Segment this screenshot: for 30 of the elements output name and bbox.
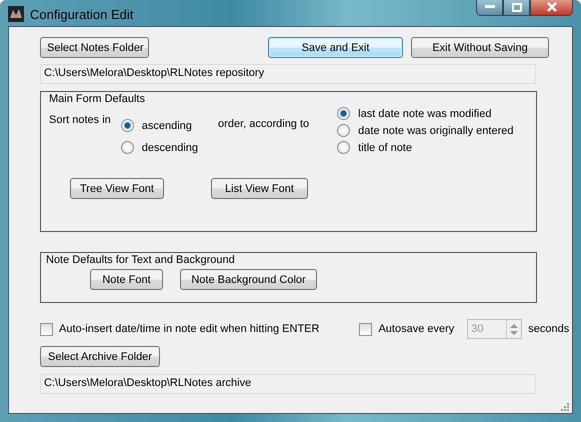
unit-label: seconds <box>528 323 570 335</box>
minimize-icon <box>484 5 494 9</box>
app-icon <box>8 6 24 22</box>
minimize-button[interactable] <box>476 0 503 16</box>
group-title: Main Form Defaults <box>49 93 146 105</box>
window-title: Configuration Edit <box>30 6 134 22</box>
path-field[interactable]: C:\Users\Melora\Desktop\RLNotes repository <box>40 64 536 84</box>
path-field[interactable]: C:\Users\Melora\Desktop\RLNotes archive <box>40 374 536 394</box>
push-button[interactable]: Save and Exit <box>268 37 403 58</box>
checkbox-option[interactable]: Auto-insert date/time in note edit when hitting ENTER <box>40 322 320 336</box>
close-button[interactable] <box>530 0 573 16</box>
radio-option[interactable]: descending <box>120 140 198 155</box>
group-title: Note Defaults for Text and Background <box>46 254 236 266</box>
resize-grip-icon[interactable] <box>561 403 569 411</box>
push-button[interactable]: Exit Without Saving <box>411 37 549 58</box>
radio-option[interactable]: last date note was modified <box>337 106 514 121</box>
maximize-button[interactable] <box>503 0 530 16</box>
maximize-icon <box>512 2 522 12</box>
radio-option[interactable]: title of note <box>337 140 514 155</box>
sort-label: Sort notes in <box>49 114 111 128</box>
push-button[interactable]: List View Font <box>211 178 308 199</box>
push-button[interactable]: Select Notes Folder <box>40 37 149 58</box>
push-button[interactable]: Select Archive Folder <box>40 346 160 367</box>
close-icon <box>546 2 556 12</box>
radio-option[interactable]: ascending <box>120 118 198 133</box>
radio-option[interactable]: date note was originally entered <box>337 123 514 138</box>
push-button[interactable]: Note Font <box>90 269 163 290</box>
push-button[interactable]: Tree View Font <box>70 178 164 199</box>
order-label: order, according to <box>218 118 310 132</box>
push-button[interactable]: Note Background Color <box>180 269 317 290</box>
